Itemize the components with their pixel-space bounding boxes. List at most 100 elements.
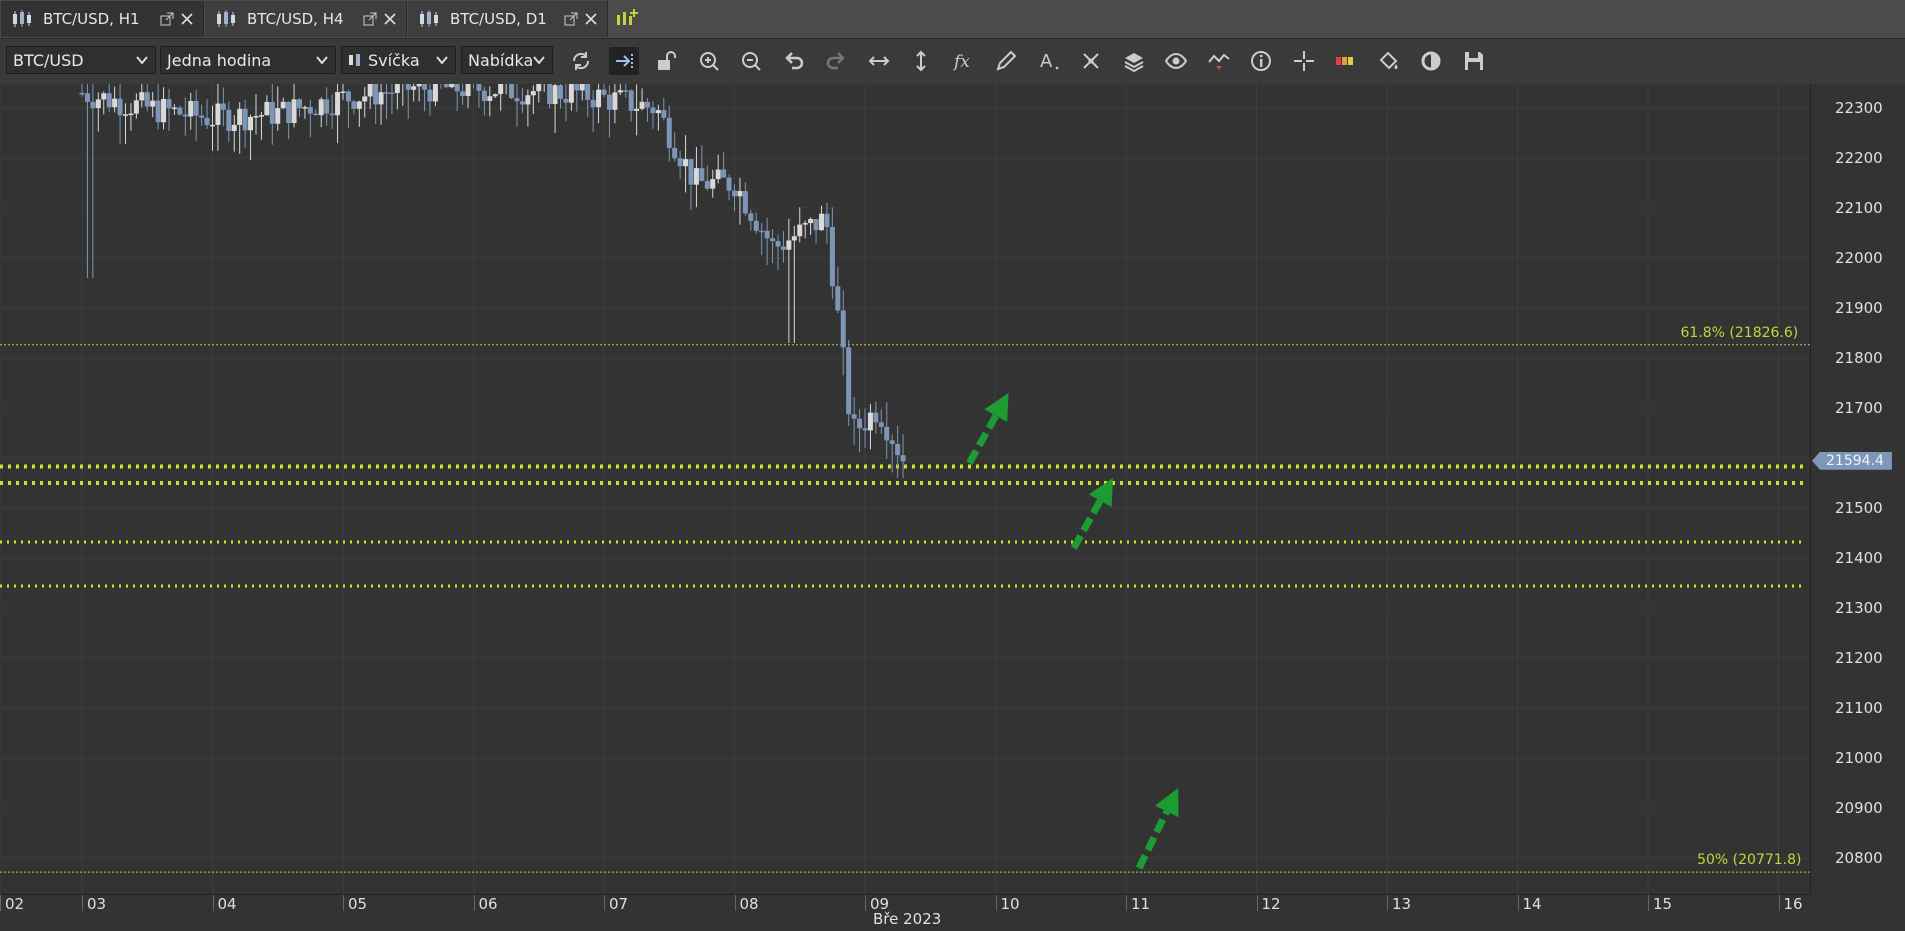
lock-button[interactable]	[651, 47, 681, 75]
signals-button[interactable]	[1204, 47, 1234, 75]
layers-icon	[1124, 53, 1143, 72]
tab-btc-usd-h1[interactable]: BTC/USD, H1	[1, 1, 204, 37]
svg-text:fx: fx	[953, 52, 970, 72]
undo-icon	[784, 52, 803, 70]
chevron-down-icon	[533, 56, 545, 65]
candle-body	[193, 101, 199, 116]
period-select[interactable]: Jedna hodina	[160, 46, 336, 74]
candle-body	[237, 108, 243, 125]
theme-button[interactable]	[1416, 47, 1446, 75]
candle-body	[101, 93, 107, 100]
crosshair-button[interactable]	[1289, 47, 1319, 75]
candle-body	[177, 107, 183, 115]
candle-body	[732, 190, 737, 197]
candle-body	[258, 115, 264, 117]
candle-body	[384, 92, 389, 94]
candle-body	[536, 84, 542, 92]
detach-icon[interactable]	[160, 12, 174, 26]
close-icon[interactable]	[180, 12, 194, 26]
candle-body	[248, 116, 254, 131]
chevron-down-icon	[316, 56, 328, 65]
candle-body	[476, 84, 482, 91]
paint-bucket-button[interactable]	[1374, 47, 1404, 75]
candle-body	[721, 169, 727, 178]
patterns-icon	[1083, 53, 1099, 69]
redo-button[interactable]	[821, 47, 851, 75]
info-button[interactable]	[1246, 47, 1276, 75]
price-tick-label: 22000	[1835, 249, 1883, 267]
price-tick-label: 21300	[1835, 599, 1883, 617]
time-tick	[734, 895, 736, 911]
detach-icon[interactable]	[564, 12, 578, 26]
chart-type-select[interactable]: Svíčka	[341, 46, 456, 74]
refresh-button[interactable]	[566, 47, 596, 75]
candle-body	[530, 91, 536, 96]
zoom-out-button[interactable]	[736, 47, 766, 75]
candle-body	[220, 103, 226, 110]
candle-body	[677, 158, 683, 167]
candle-body	[835, 286, 841, 311]
time-tick-label: 06	[478, 895, 498, 913]
candle-body	[683, 159, 689, 167]
candle-body	[378, 92, 384, 105]
svg-text:A: A	[1040, 51, 1053, 72]
candle-body	[449, 84, 455, 88]
candle-body	[704, 180, 710, 189]
layers-button[interactable]	[1119, 47, 1149, 75]
candle-body	[405, 84, 411, 90]
price-tick-label: 21200	[1835, 649, 1883, 667]
candle-body	[867, 412, 873, 431]
text-tool-button[interactable]: A	[1034, 47, 1064, 75]
chevron-down-icon	[436, 56, 448, 65]
undo-button[interactable]	[779, 47, 809, 75]
color-bars-button[interactable]	[1331, 47, 1361, 75]
offer-side-select[interactable]: Nabídka	[461, 46, 553, 74]
candle-body	[846, 347, 852, 415]
patterns-button[interactable]	[1076, 47, 1106, 75]
candle-body	[389, 92, 395, 95]
time-tick	[1126, 895, 1127, 911]
shift-chart-button[interactable]	[608, 47, 639, 75]
time-tick	[1387, 895, 1388, 911]
drawing-pencil-button[interactable]	[991, 47, 1021, 75]
candle-body	[786, 240, 792, 250]
candle-body	[889, 440, 895, 444]
time-tick-label: 11	[1131, 895, 1151, 913]
price-axis[interactable]: 2230022200221002200021900218002170021600…	[1810, 84, 1905, 894]
candle-body	[171, 107, 177, 110]
horizontal-stretch-button[interactable]	[864, 47, 894, 75]
candle-body	[824, 213, 830, 228]
tab-btc-usd-d1[interactable]: BTC/USD, D1	[408, 1, 608, 37]
candle-body	[726, 177, 732, 191]
candle-body	[144, 92, 150, 107]
vertical-stretch-button[interactable]	[906, 47, 936, 75]
price-tick-label: 22100	[1835, 199, 1883, 217]
candle-body	[791, 236, 797, 241]
candle-body	[862, 428, 868, 431]
time-tick	[604, 895, 605, 911]
candles-icon	[217, 10, 235, 27]
candle-body	[166, 98, 172, 109]
candle-body	[297, 99, 302, 109]
zoom-in-button[interactable]	[694, 47, 724, 75]
candle-body	[547, 84, 553, 105]
save-button[interactable]	[1459, 47, 1489, 75]
candle-body	[373, 84, 379, 105]
tab-btc-usd-h4[interactable]: BTC/USD, H4	[205, 1, 407, 37]
candle-body	[780, 246, 786, 250]
indicators-fx-button[interactable]: fx	[949, 47, 979, 75]
candle-body	[715, 169, 721, 180]
instrument-select[interactable]: BTC/USD	[6, 46, 156, 74]
close-icon[interactable]	[584, 12, 598, 26]
candle-body	[307, 107, 313, 114]
detach-icon[interactable]	[363, 12, 377, 26]
price-tick-label: 21400	[1835, 549, 1883, 567]
visibility-eye-button[interactable]	[1161, 47, 1191, 75]
time-tick	[473, 895, 475, 911]
price-chart[interactable]	[0, 84, 1810, 894]
candle-body	[280, 101, 286, 109]
candle-body	[117, 98, 123, 116]
add-chart-icon[interactable]	[614, 7, 640, 31]
close-icon[interactable]	[383, 12, 397, 26]
time-tick-label: 08	[739, 895, 759, 913]
